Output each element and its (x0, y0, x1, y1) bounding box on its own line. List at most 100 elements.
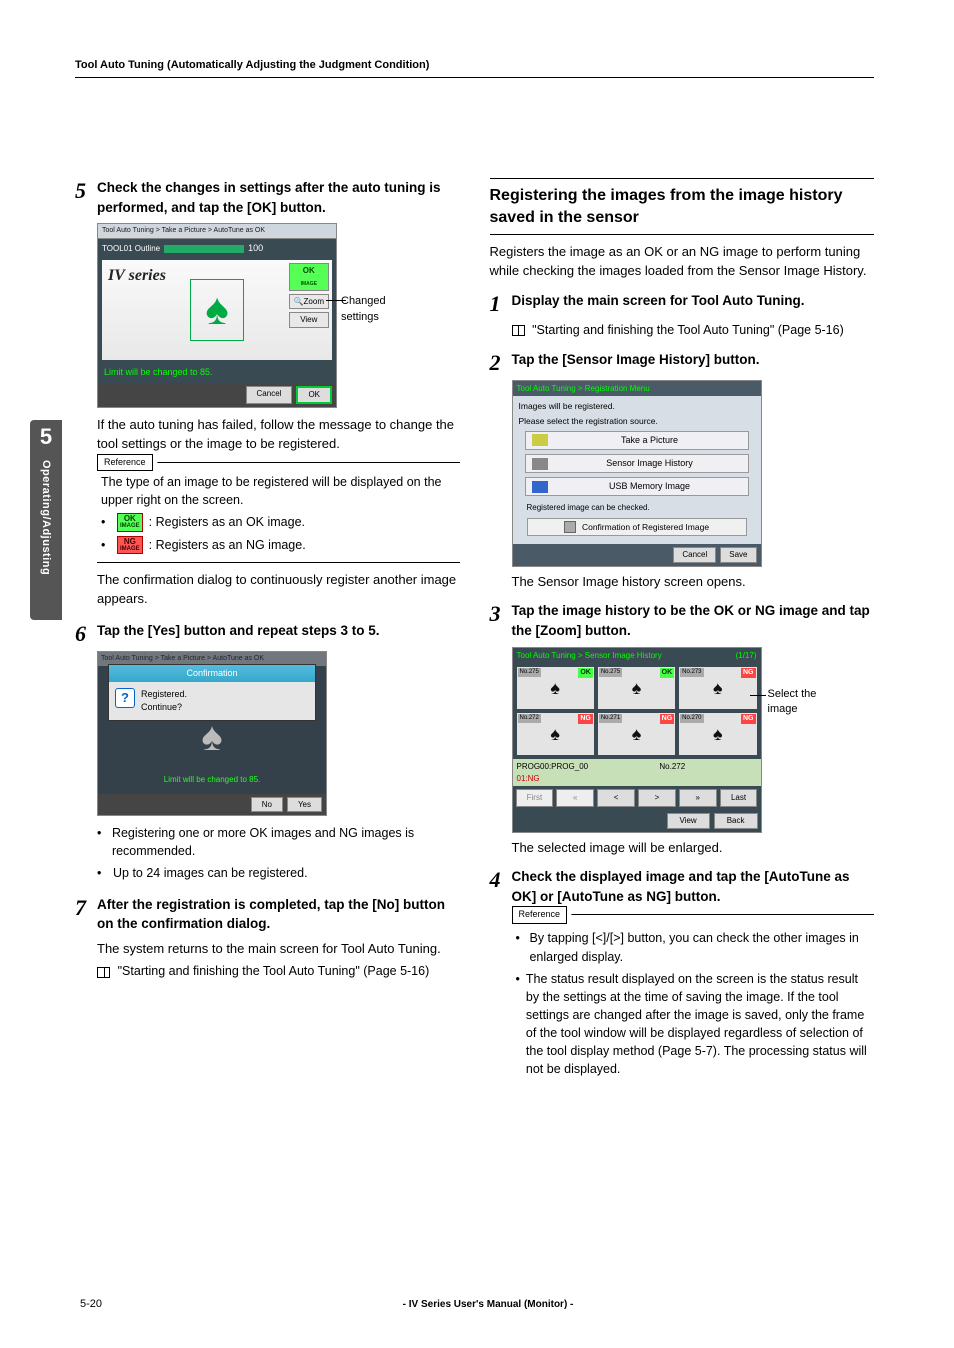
step7-body: The system returns to the main screen fo… (97, 940, 460, 959)
slider[interactable] (164, 245, 244, 253)
footer-title: - IV Series User's Manual (Monitor) - (403, 1299, 574, 1310)
hist-prog: PROG00:PROG_00 (517, 762, 589, 771)
step-title: Tap the [Sensor Image History] button. (512, 350, 760, 370)
question-icon: ? (115, 688, 135, 708)
yes-button[interactable]: Yes (287, 797, 322, 813)
take-picture-button[interactable]: Take a Picture (525, 431, 749, 450)
step6-bullet-1: Registering one or more OK images and NG… (112, 824, 460, 860)
page-header: Tool Auto Tuning (Automatically Adjustin… (75, 55, 874, 78)
step-number: 3 (490, 603, 512, 625)
chapter-number: 5 (30, 420, 62, 450)
step5-after2: The confirmation dialog to continuously … (97, 571, 460, 609)
step6-bullet-2: Up to 24 images can be registered. (113, 864, 308, 882)
step-title: Tap the image history to be the OK or NG… (512, 601, 875, 640)
chapter-label: Operating/Adjusting (40, 460, 52, 575)
page-footer: 5-20 - IV Series User's Manual (Monitor)… (80, 1298, 874, 1310)
hist-ng: 01:NG (517, 774, 540, 783)
step-number: 6 (75, 623, 97, 645)
nav-next[interactable]: » (679, 789, 717, 807)
no-button[interactable]: No (251, 797, 283, 813)
book-icon (512, 325, 525, 336)
history-thumbnail[interactable]: No.270NG♠ (679, 713, 756, 755)
step-title: Tap the [Yes] button and repeat steps 3 … (97, 621, 380, 641)
nav-prev[interactable]: « (556, 789, 594, 807)
ng-badge: NGIMAGE (117, 536, 143, 555)
step-title: Display the main screen for Tool Auto Tu… (512, 291, 805, 311)
ss-breadcrumb: Tool Auto Tuning > Take a Picture > Auto… (98, 224, 336, 239)
nav-left[interactable]: < (597, 789, 635, 807)
zoom-button[interactable]: 🔍Zoom (289, 294, 329, 310)
section-title: Registering the images from the image hi… (490, 185, 875, 228)
chapter-tab: 5 Operating/Adjusting (30, 420, 62, 620)
step-title: After the registration is completed, tap… (97, 895, 460, 934)
history-thumbnail[interactable]: No.272NG♠ (517, 713, 594, 755)
hist-view-button[interactable]: View (667, 813, 710, 829)
step-6: 6 Tap the [Yes] button and repeat steps … (75, 621, 460, 645)
nav-first[interactable]: First (516, 789, 554, 807)
reg-line1: Images will be registered. (519, 400, 755, 412)
cancel-button[interactable]: Cancel (246, 386, 293, 404)
page-number: 5-20 (80, 1298, 102, 1310)
callout-select: Select the image (768, 687, 848, 719)
reference-box-2: Reference •By tapping [<]/[>] button, yo… (512, 914, 875, 1078)
step-number: 7 (75, 897, 97, 919)
slider-value: 100 (248, 242, 263, 255)
right-column: Registering the images from the image hi… (490, 178, 875, 1086)
reference-box-1: Reference The type of an image to be reg… (97, 462, 460, 564)
screenshot-reg-menu: Tool Auto Tuning > Registration Menu Ima… (512, 380, 762, 567)
reg-breadcrumb: Tool Auto Tuning > Registration Menu (513, 381, 761, 397)
spade-icon-bg: ♠ (201, 708, 222, 766)
view-button[interactable]: View (289, 312, 329, 328)
screenshot-step6: Tool Auto Tuning > Take a Picture > Auto… (97, 651, 327, 816)
step-r1-link: "Starting and finishing the Tool Auto Tu… (532, 323, 844, 337)
hist-page: (1/17) (736, 650, 757, 662)
nav-right[interactable]: > (638, 789, 676, 807)
history-thumbnail[interactable]: No.275OK♠ (598, 667, 675, 709)
step-title: Check the changes in settings after the … (97, 178, 460, 217)
reference-text: The type of an image to be registered wi… (101, 473, 456, 509)
screenshot-step5: Tool Auto Tuning > Take a Picture > Auto… (97, 223, 337, 408)
step-r3: 3 Tap the image history to be the OK or … (490, 601, 875, 640)
confirm-registered-button[interactable]: Confirmation of Registered Image (527, 518, 747, 536)
step-r4: 4 Check the displayed image and tap the … (490, 867, 875, 906)
step-number: 5 (75, 180, 97, 202)
preview-area: IV series ♠ OKIMAGE 🔍Zoom View (102, 260, 332, 360)
step7-link: "Starting and finishing the Tool Auto Tu… (118, 964, 430, 978)
tool-label: TOOL01 Outline (102, 243, 160, 255)
step-title: Check the displayed image and tap the [A… (512, 867, 875, 906)
reg-sub: Registered image can be checked. (519, 500, 755, 516)
header-text: Tool Auto Tuning (Automatically Adjustin… (75, 59, 429, 71)
section-header: Registering the images from the image hi… (490, 178, 875, 235)
step-number: 1 (490, 293, 512, 315)
hist-back-button[interactable]: Back (714, 813, 758, 829)
ok-desc: : Registers as an OK image. (149, 513, 305, 532)
step-r2: 2 Tap the [Sensor Image History] button. (490, 350, 875, 374)
step-number: 2 (490, 352, 512, 374)
sensor-history-button[interactable]: Sensor Image History (525, 454, 749, 473)
confirm-line1: Registered. (141, 688, 187, 701)
ref2-b2: The status result displayed on the scree… (526, 970, 870, 1079)
reference-label: Reference (97, 454, 153, 471)
screenshot-history: Tool Auto Tuning > Sensor Image History … (512, 647, 762, 833)
ok-button[interactable]: OK (296, 386, 332, 404)
hist-breadcrumb: Tool Auto Tuning > Sensor Image History (517, 650, 662, 662)
hist-no: No.272 (659, 761, 685, 784)
confirm-line2: Continue? (141, 701, 187, 714)
step-r1: 1 Display the main screen for Tool Auto … (490, 291, 875, 315)
reg-cancel-button[interactable]: Cancel (673, 547, 716, 563)
history-thumbnail[interactable]: No.275OK♠ (517, 667, 594, 709)
nav-last[interactable]: Last (720, 789, 758, 807)
step-r3-after: The selected image will be enlarged. (512, 839, 875, 858)
section-intro: Registers the image as an OK or an NG im… (490, 243, 875, 281)
reg-save-button[interactable]: Save (720, 547, 756, 563)
ref2-b1: By tapping [<]/[>] button, you can check… (529, 929, 870, 965)
dialog-title: Confirmation (109, 665, 315, 682)
history-thumbnail[interactable]: No.273NG♠ (679, 667, 756, 709)
usb-memory-button[interactable]: USB Memory Image (525, 477, 749, 496)
history-thumbnail[interactable]: No.271NG♠ (598, 713, 675, 755)
step-r2-after: The Sensor Image history screen opens. (512, 573, 875, 592)
ng-desc: : Registers as an NG image. (149, 536, 306, 555)
step-5: 5 Check the changes in settings after th… (75, 178, 460, 217)
limit-message: Limit will be changed to 85. (98, 362, 336, 383)
step-number: 4 (490, 869, 512, 891)
